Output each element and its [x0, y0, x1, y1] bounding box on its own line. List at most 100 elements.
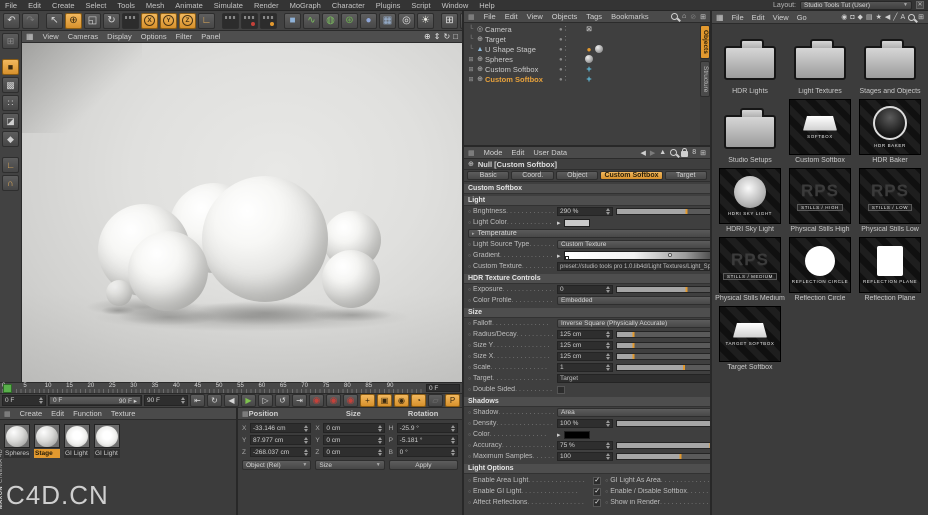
value-spinner[interactable]: [304, 424, 309, 432]
menu-plugins[interactable]: Plugins: [376, 1, 401, 10]
menu-user-data[interactable]: User Data: [533, 148, 567, 157]
arrow-cursor-icon[interactable]: ▲: [659, 149, 666, 156]
tab-objects[interactable]: Objects: [700, 25, 710, 59]
preset-item[interactable]: RPS STILLS / HIGH Physical Stills High: [785, 168, 855, 233]
key-rotation-toggle[interactable]: ◉: [394, 394, 409, 407]
preset-item[interactable]: RPS STILLS / MEDIUM Physical Stills Medium: [715, 237, 785, 302]
parameter-checkbox[interactable]: ✓: [593, 476, 602, 485]
add-spline-icon[interactable]: ∿: [303, 12, 320, 29]
object-row[interactable]: └ ◎ Camera ● ⠅ ⊠: [464, 24, 700, 34]
panel-grip-icon[interactable]: ▦: [468, 149, 475, 157]
tab-structure[interactable]: Structure: [700, 60, 710, 98]
goto-start-button[interactable]: ⇤: [190, 394, 205, 407]
menu-filter[interactable]: Filter: [176, 32, 193, 41]
menu-objects[interactable]: Objects: [552, 12, 577, 21]
gradient-knot-mid[interactable]: [668, 253, 673, 257]
home-icon[interactable]: ⌂: [682, 13, 686, 20]
panel-grip-icon[interactable]: ▦: [716, 13, 724, 22]
tab-custom-softbox[interactable]: Custom Softbox: [600, 171, 663, 180]
rotate-tool-icon[interactable]: ↻: [103, 12, 120, 29]
cross-tag-icon[interactable]: ⊠: [585, 25, 593, 33]
axis-y-lock-button[interactable]: Y: [160, 12, 177, 29]
edges-mode-icon[interactable]: ◪: [2, 113, 19, 129]
value-spinner[interactable]: [377, 448, 382, 456]
value-spinner[interactable]: [606, 208, 610, 215]
object-row[interactable]: └ ▲ U Shape Stage ● ⠅ ●: [464, 44, 700, 54]
preset-item[interactable]: HDR Lights: [715, 30, 785, 95]
powerslider-menu-button[interactable]: P: [445, 394, 460, 407]
visibility-toggles[interactable]: ● ⠅: [559, 46, 585, 53]
menu-tools[interactable]: Tools: [117, 1, 135, 10]
viewport-config-icon[interactable]: ⊞: [2, 33, 19, 49]
value-field[interactable]: 100 %: [557, 419, 613, 428]
menu-animate[interactable]: Animate: [175, 1, 203, 10]
model-mode-icon[interactable]: ■: [2, 59, 19, 75]
value-spinner[interactable]: [606, 453, 610, 460]
polygons-mode-icon[interactable]: ◆: [2, 131, 19, 147]
object-row[interactable]: ⊞ ⊕ Custom Softbox ● ⠅ +: [464, 74, 700, 84]
live-selection-icon[interactable]: ↖: [46, 12, 63, 29]
end-frame-field[interactable]: 90 F: [144, 395, 188, 406]
menu-tags[interactable]: Tags: [586, 12, 602, 21]
value-field[interactable]: 75 %: [557, 441, 613, 450]
play-backward-button[interactable]: ◀: [224, 394, 239, 407]
axis-z-lock-button[interactable]: Z: [179, 12, 196, 29]
nav-forward-icon[interactable]: ▶: [650, 149, 655, 157]
key-scale-toggle[interactable]: ▣: [377, 394, 392, 407]
coordinate-mode-select[interactable]: Object (Rel) ▼: [242, 460, 312, 470]
expand-arrow-icon[interactable]: ▸: [557, 219, 561, 227]
parameter-checkbox[interactable]: [557, 385, 565, 394]
coordinate-field[interactable]: -25.9 °: [396, 423, 458, 433]
preset-thumbnail[interactable]: RPS STILLS / MEDIUM: [719, 237, 781, 293]
rotate-view-icon[interactable]: ↻: [443, 32, 450, 41]
preset-item[interactable]: HDR BAKER HDR Baker: [855, 99, 925, 164]
preset-item[interactable]: RPS STILLS / LOW Physical Stills Low: [855, 168, 925, 233]
value-field[interactable]: 0: [557, 285, 613, 294]
material-thumbnail[interactable]: [4, 424, 30, 448]
preset-thumbnail[interactable]: RPS STILLS / LOW: [859, 168, 921, 224]
menu-view[interactable]: View: [527, 12, 543, 21]
points-mode-icon[interactable]: ∷: [2, 95, 19, 111]
coordinate-field[interactable]: 0 cm: [323, 435, 385, 445]
catalog-icon[interactable]: ◘: [850, 14, 854, 21]
axis-mode-icon[interactable]: ∟: [2, 157, 19, 173]
add-deformer-icon[interactable]: ⊛: [341, 12, 358, 29]
expand-arrow-icon[interactable]: ▸: [557, 252, 561, 260]
menu-texture[interactable]: Texture: [111, 409, 136, 418]
preset-thumbnail[interactable]: HDRI SKY LIGHT: [719, 168, 781, 224]
add-array-icon[interactable]: ▦: [379, 12, 396, 29]
render-settings-icon[interactable]: [260, 12, 277, 29]
menu-cameras[interactable]: Cameras: [68, 32, 98, 41]
new-panel-icon[interactable]: ⊞: [700, 149, 706, 157]
texture-tag-icon[interactable]: [585, 55, 593, 63]
object-row[interactable]: ⊞ ⊕ Custom Softbox ● ⠅ +: [464, 64, 700, 74]
tab-basic[interactable]: Basic: [467, 171, 510, 180]
preset-thumbnail[interactable]: [719, 99, 781, 155]
pan-view-icon[interactable]: ⊕: [424, 32, 431, 41]
parameter-checkbox[interactable]: ✓: [593, 498, 602, 507]
preset-thumbnail[interactable]: SOFTBOX: [789, 99, 851, 155]
layout-select[interactable]: Studio Tools Tut (User) ▼: [800, 0, 912, 10]
current-frame-field[interactable]: 0 F: [426, 384, 460, 392]
menu-edit[interactable]: Edit: [752, 13, 765, 22]
new-panel-icon[interactable]: ⊞: [700, 13, 706, 21]
preset-thumbnail[interactable]: RPS STILLS / HIGH: [789, 168, 851, 224]
menu-script[interactable]: Script: [411, 1, 430, 10]
preset-item[interactable]: SOFTBOX Custom Softbox: [785, 99, 855, 164]
preset-thumbnail[interactable]: REFLECTION CIRCLE: [789, 237, 851, 293]
value-spinner[interactable]: [377, 436, 382, 444]
frame-field[interactable]: 0 F: [2, 395, 46, 406]
menu-options[interactable]: Options: [141, 32, 167, 41]
preview-icon[interactable]: ◉: [841, 13, 847, 21]
menu-bookmarks[interactable]: Bookmarks: [611, 12, 649, 21]
panel-grip-icon[interactable]: ▦: [468, 13, 475, 21]
menu-display[interactable]: Display: [107, 32, 132, 41]
undo-icon[interactable]: ↶: [3, 12, 20, 29]
coordinate-field[interactable]: 0 cm: [323, 447, 385, 457]
coordinate-system-icon[interactable]: ∟: [198, 12, 215, 29]
menu-edit[interactable]: Edit: [28, 1, 41, 10]
record-keyframe-button[interactable]: ◉: [309, 394, 324, 407]
group-header-temperature[interactable]: ▸ Temperature: [468, 229, 739, 238]
expr-tag-icon[interactable]: +: [585, 64, 593, 74]
nav-back-icon[interactable]: ◀: [641, 149, 646, 157]
